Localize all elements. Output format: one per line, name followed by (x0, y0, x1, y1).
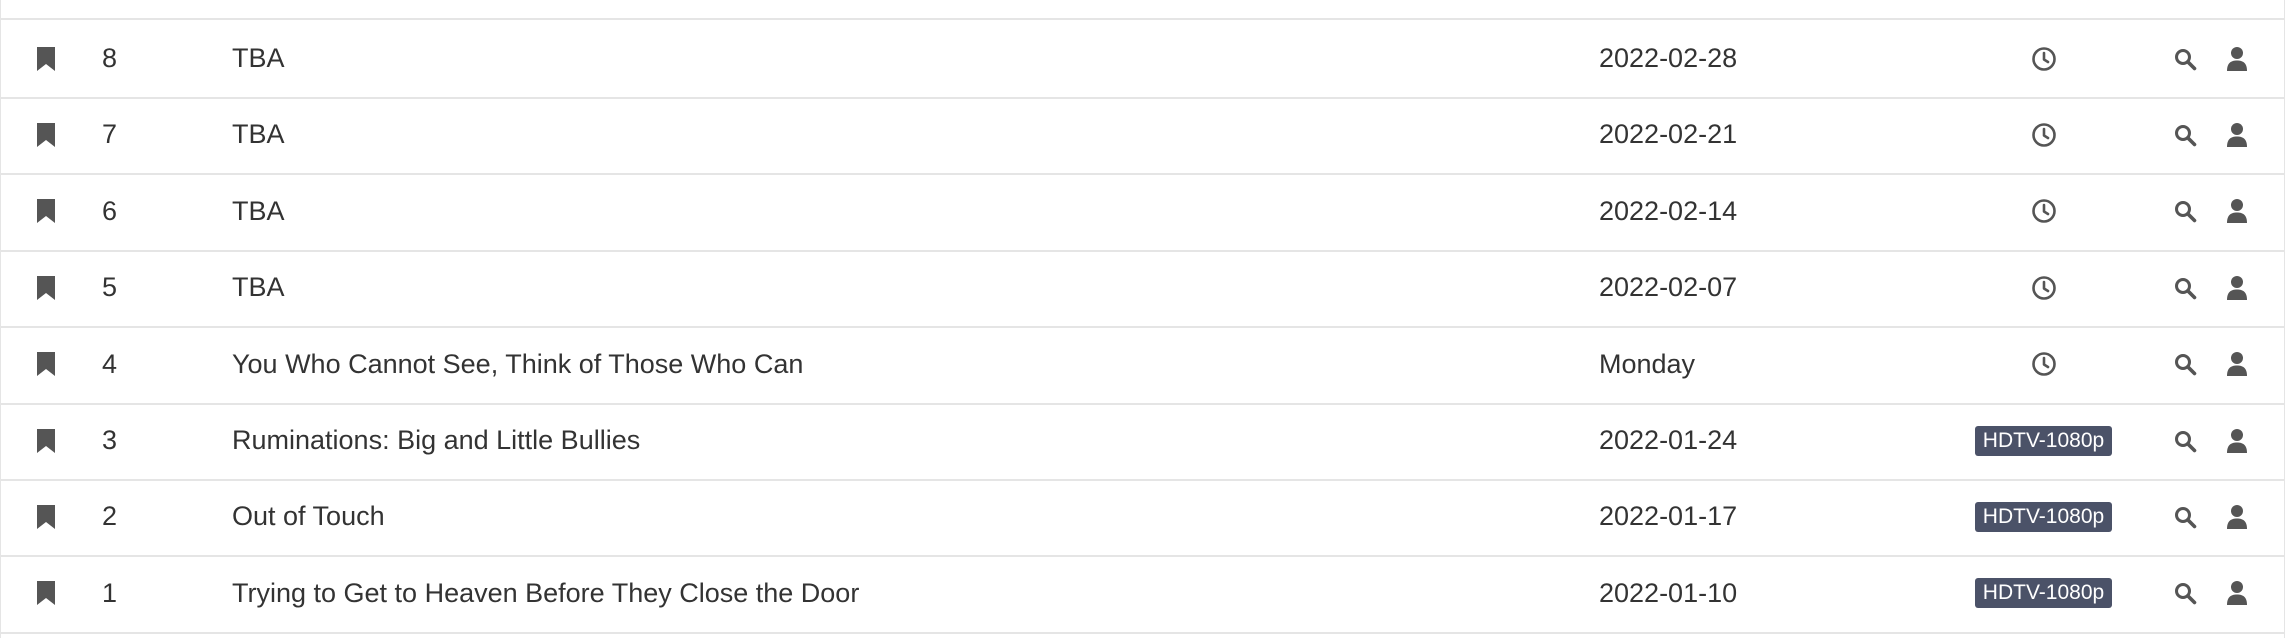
air-date: 2022-01-17 (1599, 501, 1738, 532)
bookmark-icon[interactable] (36, 428, 56, 454)
episode-title[interactable]: TBA (232, 173, 1532, 250)
monitor-toggle[interactable] (31, 555, 61, 632)
manual-search-button[interactable] (2219, 402, 2255, 479)
clock-icon (2031, 122, 2057, 148)
episode-status (1971, 20, 2116, 97)
monitor-toggle[interactable] (31, 20, 61, 97)
bookmark-icon[interactable] (36, 198, 56, 224)
air-date: 2022-02-07 (1599, 272, 1738, 303)
episode-row: 7 TBA 2022-02-21 (1, 96, 2284, 176)
quality-badge: HDTV-1080p (1974, 501, 2113, 532)
episode-title[interactable]: TBA (232, 249, 1532, 326)
episode-status: HDTV-1080p (1971, 478, 2116, 555)
automatic-search-button[interactable] (2167, 96, 2203, 173)
air-date: 2022-02-21 (1599, 119, 1738, 150)
quality-badge: HDTV-1080p (1974, 578, 2113, 609)
episode-title[interactable]: TBA (232, 20, 1532, 97)
episode-number: 1 (102, 577, 118, 608)
episode-status (1971, 326, 2116, 403)
clock-icon (2031, 198, 2057, 224)
clock-icon (2031, 275, 2057, 301)
episode-number: 7 (102, 119, 118, 150)
air-date: 2022-01-10 (1599, 577, 1738, 608)
monitor-toggle[interactable] (31, 326, 61, 403)
episode-title[interactable]: Ruminations: Big and Little Bullies (232, 402, 1532, 479)
manual-search-button[interactable] (2219, 249, 2255, 326)
bookmark-icon[interactable] (36, 504, 56, 530)
air-date: 2022-02-14 (1599, 195, 1738, 226)
user-icon[interactable] (2226, 198, 2248, 224)
episode-status (1971, 96, 2116, 173)
bookmark-icon[interactable] (36, 46, 56, 72)
user-icon[interactable] (2226, 351, 2248, 377)
monitor-toggle[interactable] (31, 96, 61, 173)
episode-row: 3 Ruminations: Big and Little Bullies 20… (1, 402, 2284, 481)
air-date: 2022-01-24 (1599, 425, 1738, 455)
automatic-search-button[interactable] (2167, 173, 2203, 250)
episode-title[interactable]: Trying to Get to Heaven Before They Clos… (232, 555, 1532, 632)
episode-number: 4 (102, 348, 118, 379)
search-icon[interactable] (2173, 505, 2197, 529)
episode-status: HDTV-1080p (1971, 555, 2116, 632)
episode-title[interactable]: TBA (232, 96, 1532, 173)
episode-row: 8 TBA 2022-02-28 (1, 20, 2284, 99)
user-icon[interactable] (2226, 504, 2248, 530)
quality-badge: HDTV-1080p (1974, 425, 2113, 456)
search-icon[interactable] (2173, 581, 2197, 605)
bookmark-icon[interactable] (36, 580, 56, 606)
episode-status (1971, 173, 2116, 250)
search-icon[interactable] (2173, 429, 2197, 453)
episode-title[interactable]: Out of Touch (232, 478, 1532, 555)
episode-row: 4 You Who Cannot See, Think of Those Who… (1, 326, 2284, 405)
automatic-search-button[interactable] (2167, 555, 2203, 632)
search-icon[interactable] (2173, 199, 2197, 223)
search-icon[interactable] (2173, 47, 2197, 71)
manual-search-button[interactable] (2219, 326, 2255, 403)
episode-number: 3 (102, 425, 118, 455)
manual-search-button[interactable] (2219, 555, 2255, 632)
monitor-toggle[interactable] (31, 402, 61, 479)
episode-number: 2 (102, 501, 118, 532)
episode-table: 8 TBA 2022-02-28 7 TBA 2022-02-21 6 TBA … (0, 0, 2285, 638)
episode-number: 8 (102, 43, 118, 73)
air-date: 2022-02-28 (1599, 43, 1738, 73)
monitor-toggle[interactable] (31, 173, 61, 250)
automatic-search-button[interactable] (2167, 326, 2203, 403)
bookmark-icon[interactable] (36, 275, 56, 301)
episode-row: 2 Out of Touch 2022-01-17 HDTV-1080p (1, 478, 2284, 558)
search-icon[interactable] (2173, 123, 2197, 147)
manual-search-button[interactable] (2219, 173, 2255, 250)
clock-icon (2031, 351, 2057, 377)
episode-title[interactable]: You Who Cannot See, Think of Those Who C… (232, 326, 1532, 403)
monitor-toggle[interactable] (31, 249, 61, 326)
episode-status (1971, 249, 2116, 326)
episode-row: 6 TBA 2022-02-14 (1, 173, 2284, 252)
automatic-search-button[interactable] (2167, 249, 2203, 326)
user-icon[interactable] (2226, 275, 2248, 301)
episode-row: 5 TBA 2022-02-07 (1, 249, 2284, 329)
search-icon[interactable] (2173, 276, 2197, 300)
bookmark-icon[interactable] (36, 351, 56, 377)
air-date: Monday (1599, 348, 1696, 379)
search-icon[interactable] (2173, 352, 2197, 376)
user-icon[interactable] (2226, 428, 2248, 454)
automatic-search-button[interactable] (2167, 402, 2203, 479)
manual-search-button[interactable] (2219, 20, 2255, 97)
user-icon[interactable] (2226, 580, 2248, 606)
user-icon[interactable] (2226, 46, 2248, 72)
manual-search-button[interactable] (2219, 96, 2255, 173)
clock-icon (2031, 46, 2057, 72)
automatic-search-button[interactable] (2167, 20, 2203, 97)
episode-row: 1 Trying to Get to Heaven Before They Cl… (1, 555, 2284, 634)
bookmark-icon[interactable] (36, 122, 56, 148)
user-icon[interactable] (2226, 122, 2248, 148)
monitor-toggle[interactable] (31, 478, 61, 555)
episode-status: HDTV-1080p (1971, 402, 2116, 479)
manual-search-button[interactable] (2219, 478, 2255, 555)
episode-number: 5 (102, 272, 118, 303)
episode-number: 6 (102, 195, 118, 226)
automatic-search-button[interactable] (2167, 478, 2203, 555)
